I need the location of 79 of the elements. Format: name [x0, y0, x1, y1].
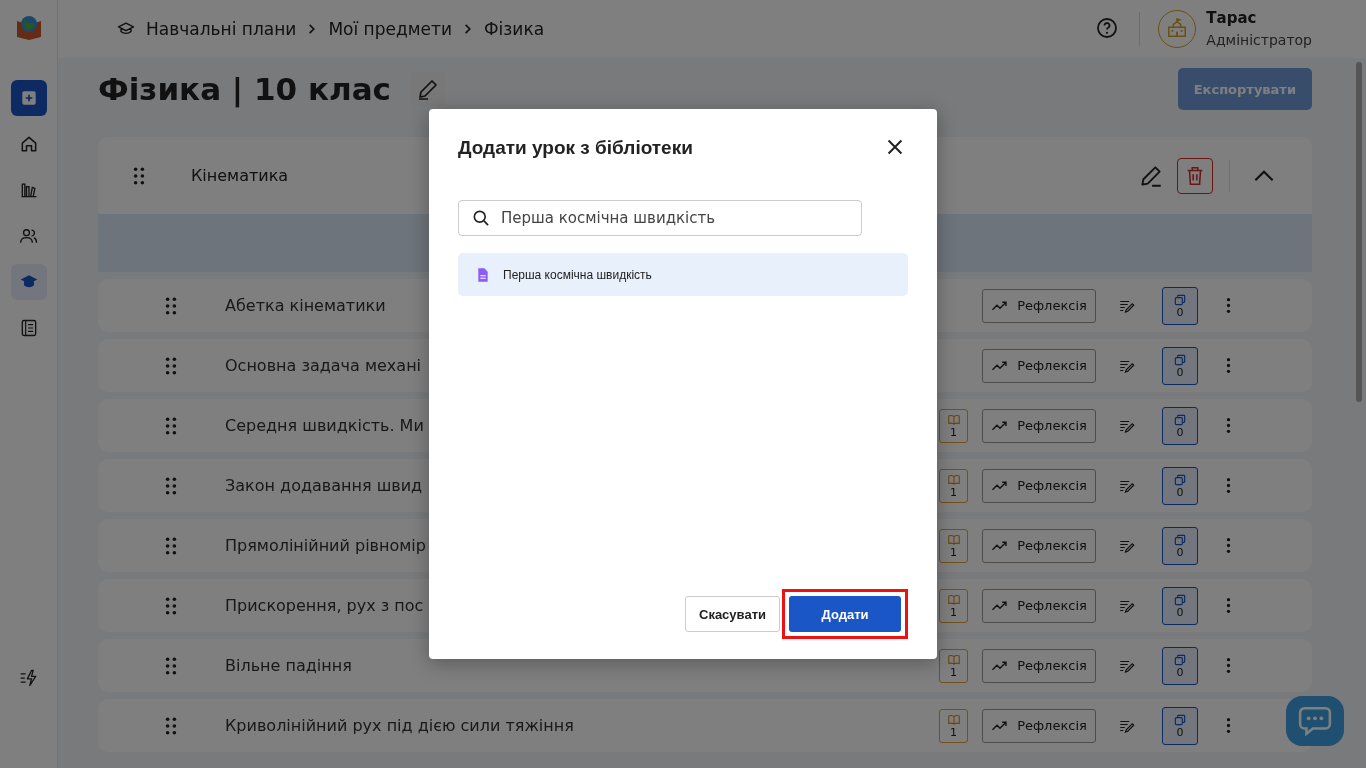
book-count-button[interactable]: 1	[939, 588, 968, 623]
more-vertical-icon	[1225, 597, 1231, 614]
open-book-icon	[946, 652, 961, 667]
globe-book-icon	[14, 13, 43, 41]
book-count-button[interactable]: 1	[939, 408, 968, 443]
reflection-button[interactable]: Рефлексія	[982, 468, 1096, 503]
document-icon	[475, 265, 491, 284]
search-result-item[interactable]: Перша космічна швидкість	[458, 253, 908, 296]
copies-count-button[interactable]: 0	[1162, 526, 1198, 565]
lesson-title[interactable]: Криволінійний рух під дією сили тяжіння	[225, 716, 939, 735]
more-vertical-icon	[1225, 417, 1231, 434]
add-button[interactable]: Додати	[789, 596, 901, 632]
drag-handle-icon	[165, 536, 177, 555]
reflection-button[interactable]: Рефлексія	[982, 708, 1096, 743]
reflection-button[interactable]: Рефлексія	[982, 648, 1096, 683]
copies-count-button[interactable]: 0	[1162, 706, 1198, 745]
copies-count-button[interactable]: 0	[1162, 286, 1198, 325]
open-book-icon	[946, 592, 961, 607]
drag-handle-icon	[165, 356, 177, 375]
lightning-list-icon	[18, 668, 39, 688]
chat-bubble-icon	[1298, 706, 1332, 736]
reflection-button[interactable]: Рефлексія	[982, 348, 1096, 383]
copy-icon	[1173, 412, 1187, 427]
breadcrumb-link[interactable]: Навчальні плани	[146, 19, 297, 39]
reflection-button[interactable]: Рефлексія	[982, 528, 1096, 563]
help-icon	[1095, 16, 1120, 40]
drag-handle-icon	[165, 656, 177, 675]
drag-handle-icon	[165, 716, 177, 735]
search-field[interactable]: Перша космічна швидкість	[458, 200, 862, 236]
more-vertical-icon	[1225, 657, 1231, 674]
user-name: Тарас	[1206, 8, 1258, 29]
copies-count-button[interactable]: 0	[1162, 586, 1198, 625]
breadcrumb-link[interactable]: Фізика	[483, 19, 545, 39]
copy-icon	[1173, 472, 1187, 487]
reflection-button[interactable]: Рефлексія	[982, 408, 1096, 443]
open-book-icon	[946, 472, 961, 487]
dialog-title: Додати урок з бібліотеки	[458, 137, 694, 159]
open-book-icon	[946, 412, 961, 427]
user-role: Адміністратор	[1206, 31, 1312, 50]
more-vertical-icon	[1225, 357, 1231, 374]
copy-icon	[1173, 532, 1187, 547]
open-book-icon	[946, 532, 961, 547]
book-count-button[interactable]: 1	[939, 648, 968, 683]
sidebar-add-button[interactable]	[10, 80, 47, 116]
scrollbar[interactable]	[1356, 62, 1362, 402]
drag-handle-icon	[165, 416, 177, 435]
open-book-icon	[946, 712, 961, 727]
drag-handle-icon	[165, 296, 177, 315]
copy-icon	[1173, 292, 1187, 307]
drag-handle-icon	[165, 596, 177, 615]
drag-handle-icon	[165, 476, 177, 495]
delete-section-button[interactable]	[1177, 157, 1213, 194]
search-icon	[471, 208, 491, 228]
cancel-button[interactable]: Скасувати	[685, 596, 780, 632]
lesson-title[interactable]: Вільне падіння	[225, 656, 939, 675]
users-icon	[18, 226, 39, 246]
reflection-button[interactable]: Рефлексія	[982, 588, 1096, 623]
school-building-icon	[1166, 18, 1189, 40]
book-count-button[interactable]: 1	[939, 708, 968, 743]
copy-icon	[1173, 352, 1187, 367]
more-vertical-icon	[1225, 477, 1231, 494]
more-vertical-icon	[1225, 297, 1231, 314]
copies-count-button[interactable]: 0	[1162, 346, 1198, 385]
copy-icon	[1173, 592, 1187, 607]
section-title: Кінематика	[191, 166, 289, 185]
reflection-button[interactable]: Рефлексія	[982, 288, 1096, 323]
copies-count-button[interactable]: 0	[1162, 646, 1198, 685]
more-vertical-icon	[1225, 537, 1231, 554]
copy-icon	[1173, 712, 1187, 727]
breadcrumb-link[interactable]: Мої предмети	[328, 19, 452, 39]
more-vertical-icon	[1225, 717, 1231, 734]
book-count-button[interactable]: 1	[939, 468, 968, 503]
page-title: Фізика | 10 клас	[98, 71, 391, 107]
copies-count-button[interactable]: 0	[1162, 466, 1198, 505]
sidebar-courses-button[interactable]	[10, 264, 47, 300]
copies-count-button[interactable]: 0	[1162, 406, 1198, 445]
book-count-button[interactable]: 1	[939, 528, 968, 563]
drag-handle-icon	[133, 166, 145, 185]
copy-icon	[1173, 652, 1187, 667]
